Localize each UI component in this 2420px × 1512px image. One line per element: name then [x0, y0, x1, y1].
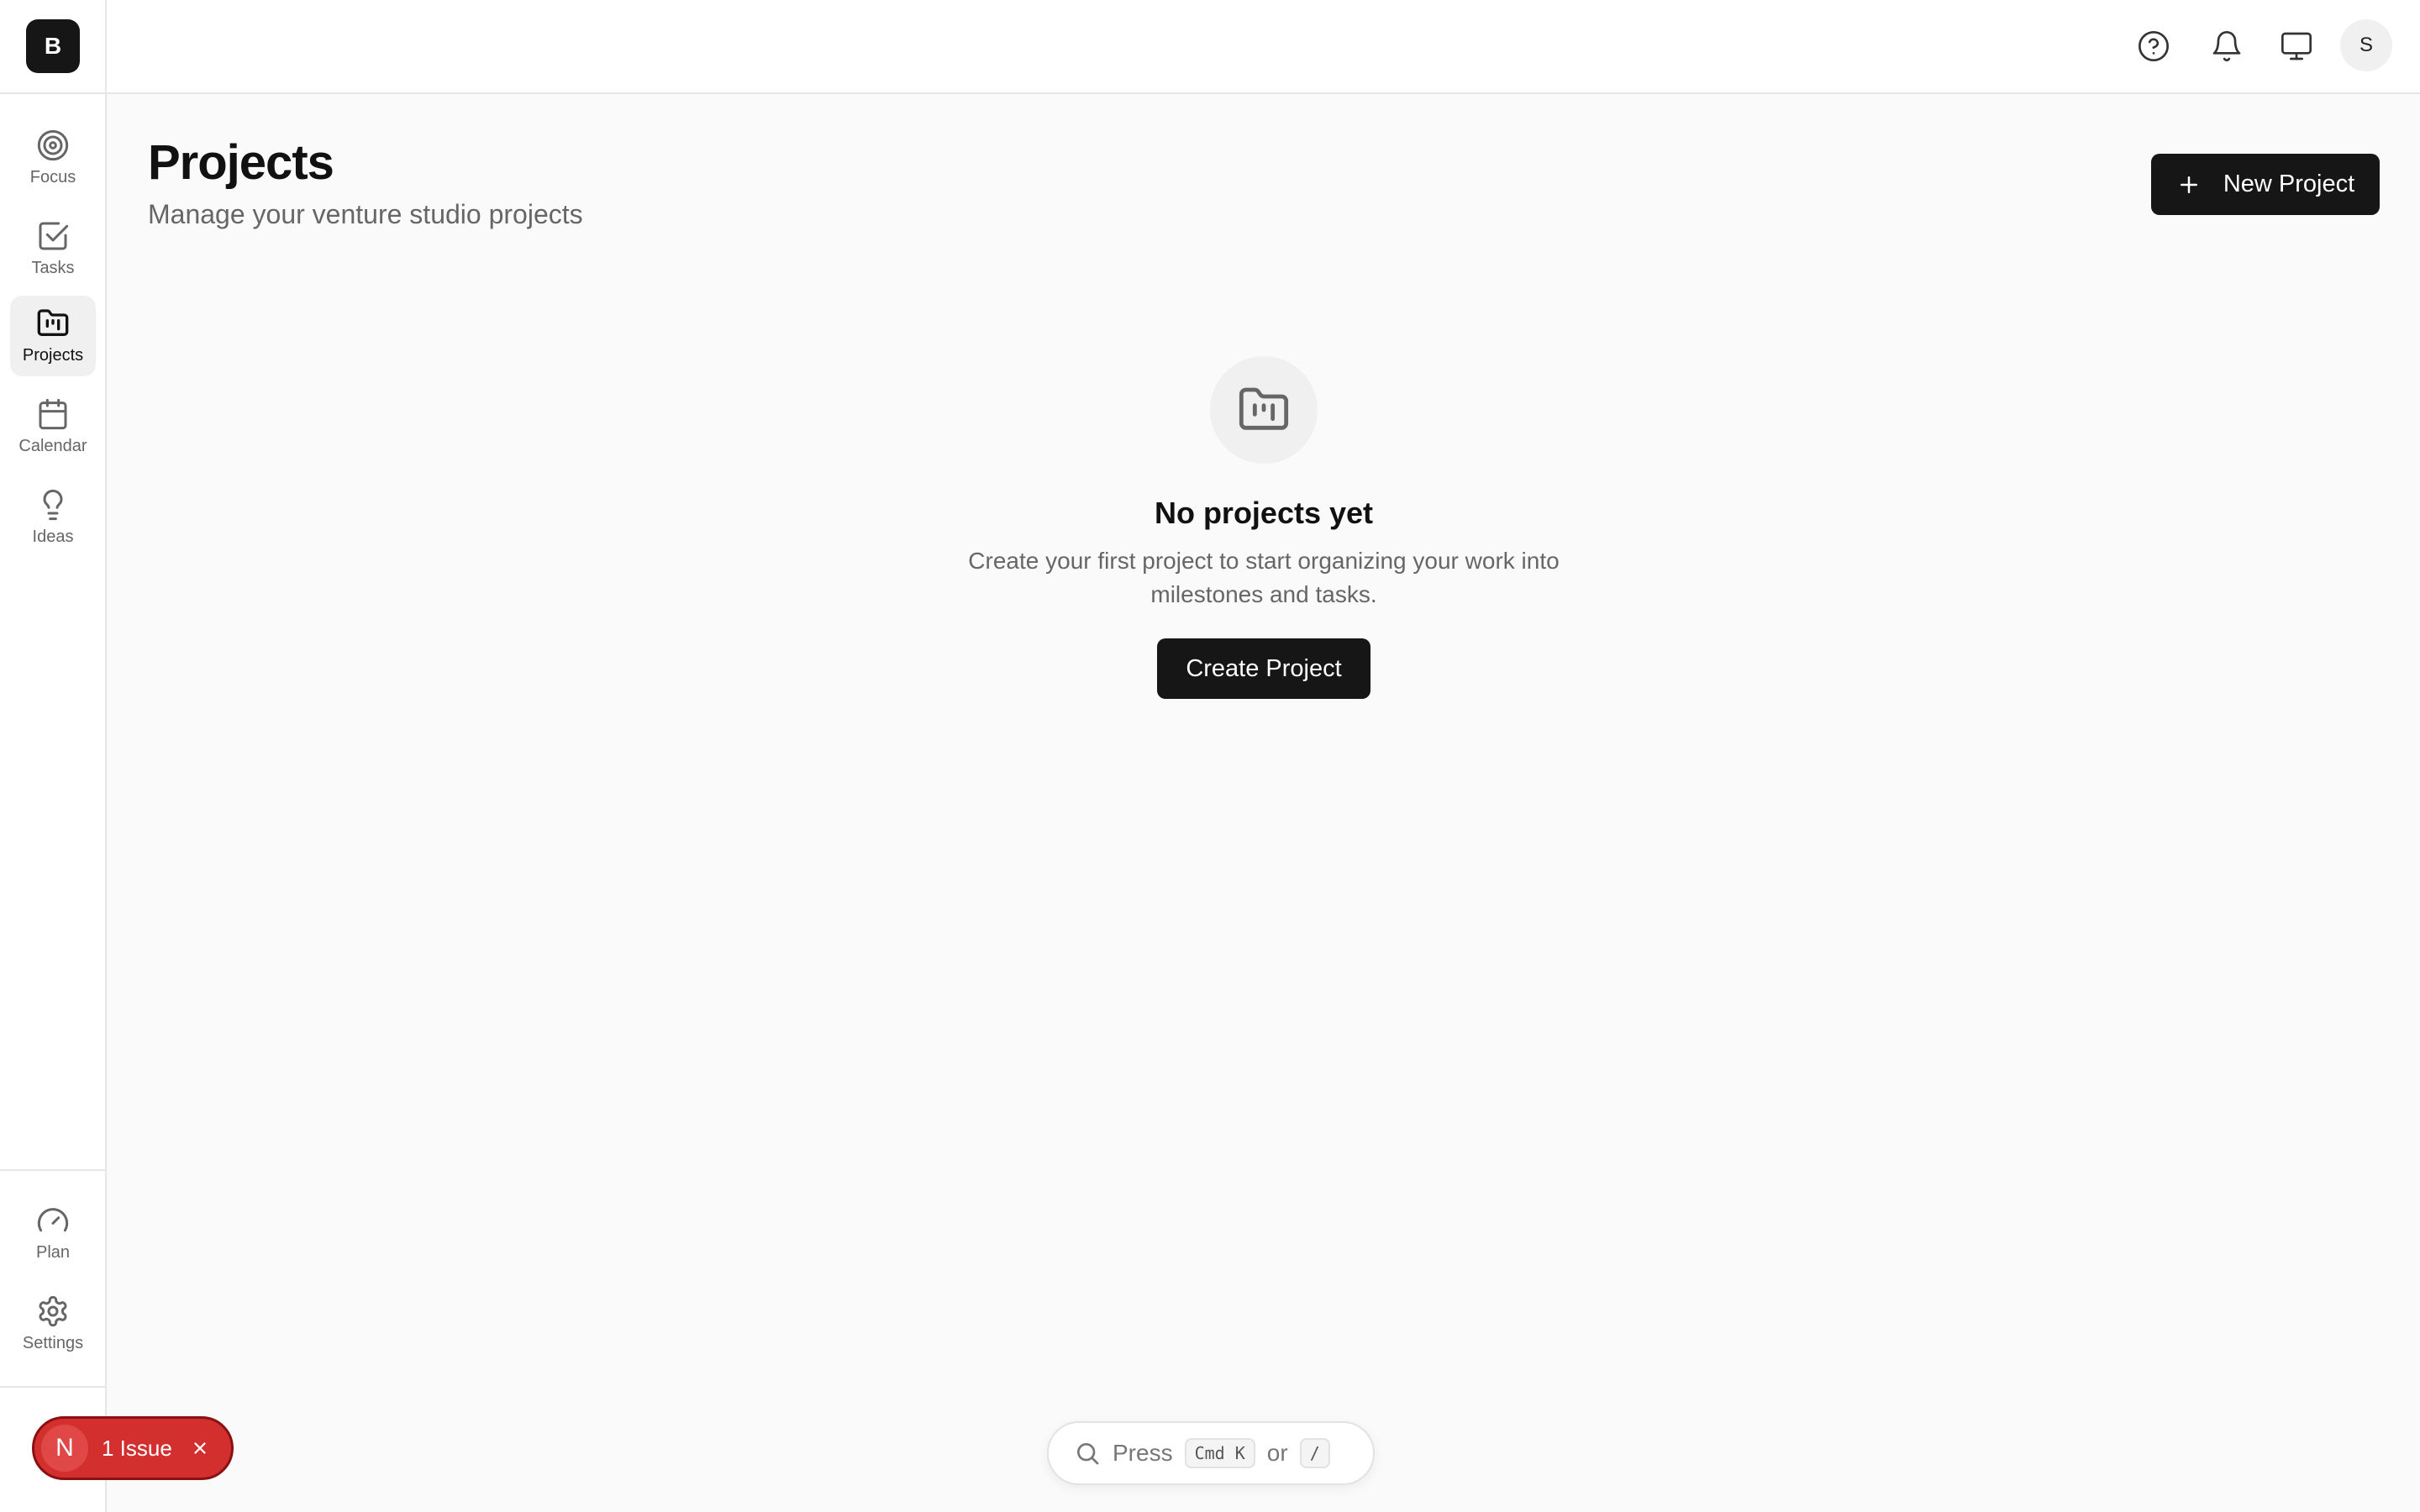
empty-state-title: No projects yet: [1154, 496, 1374, 530]
sidebar-divider: [0, 92, 107, 94]
monitor-icon: [2281, 32, 2312, 60]
create-project-label: Create Project: [1186, 654, 1342, 682]
avatar[interactable]: S: [2340, 19, 2392, 71]
sidebar-item-ideas[interactable]: Ideas: [10, 477, 96, 558]
top-bar: S: [107, 0, 2420, 94]
sidebar-item-label: Plan: [35, 1243, 71, 1262]
close-icon: [194, 1442, 206, 1454]
gear-icon: [39, 1295, 67, 1327]
issue-badge[interactable]: N 1 Issue: [32, 1416, 234, 1480]
sidebar-item-label: Settings: [22, 1334, 84, 1352]
shortcut-key-cmd-k: Cmd K: [1184, 1438, 1255, 1468]
sidebar-item-label: Ideas: [32, 528, 74, 546]
issue-count: 1 Issue: [102, 1435, 172, 1461]
bell-icon: [2212, 31, 2241, 61]
avatar-initial: S: [2359, 34, 2373, 56]
sidebar-item-calendar[interactable]: Calendar: [10, 386, 96, 467]
display-button[interactable]: [2275, 24, 2318, 68]
check-square-icon: [39, 222, 69, 250]
sidebar-item-label: Focus: [29, 168, 76, 186]
sidebar-item-plan[interactable]: Plan: [10, 1193, 96, 1273]
help-icon: [2139, 31, 2169, 61]
empty-state-icon: [1210, 356, 1318, 464]
search-press-text: Press: [1113, 1440, 1173, 1466]
folder-kanban-icon: [1239, 387, 1289, 430]
plus-icon: [2180, 176, 2197, 193]
next-logo-icon: N: [41, 1425, 88, 1472]
empty-state-description: Create your first project to start organ…: [968, 548, 1560, 607]
notifications-button[interactable]: [2205, 24, 2249, 68]
help-button[interactable]: [2132, 24, 2175, 68]
search-or-text: or: [1266, 1440, 1288, 1466]
search-icon: [1077, 1443, 1099, 1465]
sidebar-item-label: Projects: [22, 346, 84, 365]
page-title: Projects: [148, 135, 334, 190]
issue-close-button[interactable]: [189, 1437, 211, 1459]
sidebar: B Focus Tasks Projects Calendar Ideas Pl…: [0, 0, 107, 1512]
brand-initial: B: [44, 33, 62, 59]
sidebar-item-label: Calendar: [18, 437, 87, 455]
new-project-label: New Project: [2223, 171, 2355, 197]
sidebar-item-focus[interactable]: Focus: [10, 118, 96, 198]
page-subtitle: Manage your venture studio projects: [148, 199, 583, 229]
create-project-button[interactable]: Create Project: [1157, 638, 1370, 699]
sidebar-item-projects[interactable]: Projects: [10, 296, 96, 376]
folder-kanban-icon: [37, 309, 69, 336]
brand-logo[interactable]: B: [26, 19, 80, 73]
sidebar-item-label: Tasks: [31, 259, 75, 277]
new-project-button[interactable]: New Project: [2151, 154, 2380, 215]
target-icon: [37, 129, 69, 161]
command-search[interactable]: Press Cmd K or /: [1047, 1421, 1375, 1485]
sidebar-divider: [0, 1386, 107, 1388]
shortcut-key-slash: /: [1299, 1438, 1330, 1468]
calendar-icon: [39, 398, 67, 430]
lightbulb-icon: [43, 489, 63, 521]
sidebar-item-tasks[interactable]: Tasks: [10, 208, 96, 289]
issue-letter: N: [55, 1434, 74, 1462]
gauge-icon: [37, 1208, 69, 1232]
sidebar-divider: [0, 1169, 107, 1171]
sidebar-item-settings[interactable]: Settings: [10, 1284, 96, 1364]
